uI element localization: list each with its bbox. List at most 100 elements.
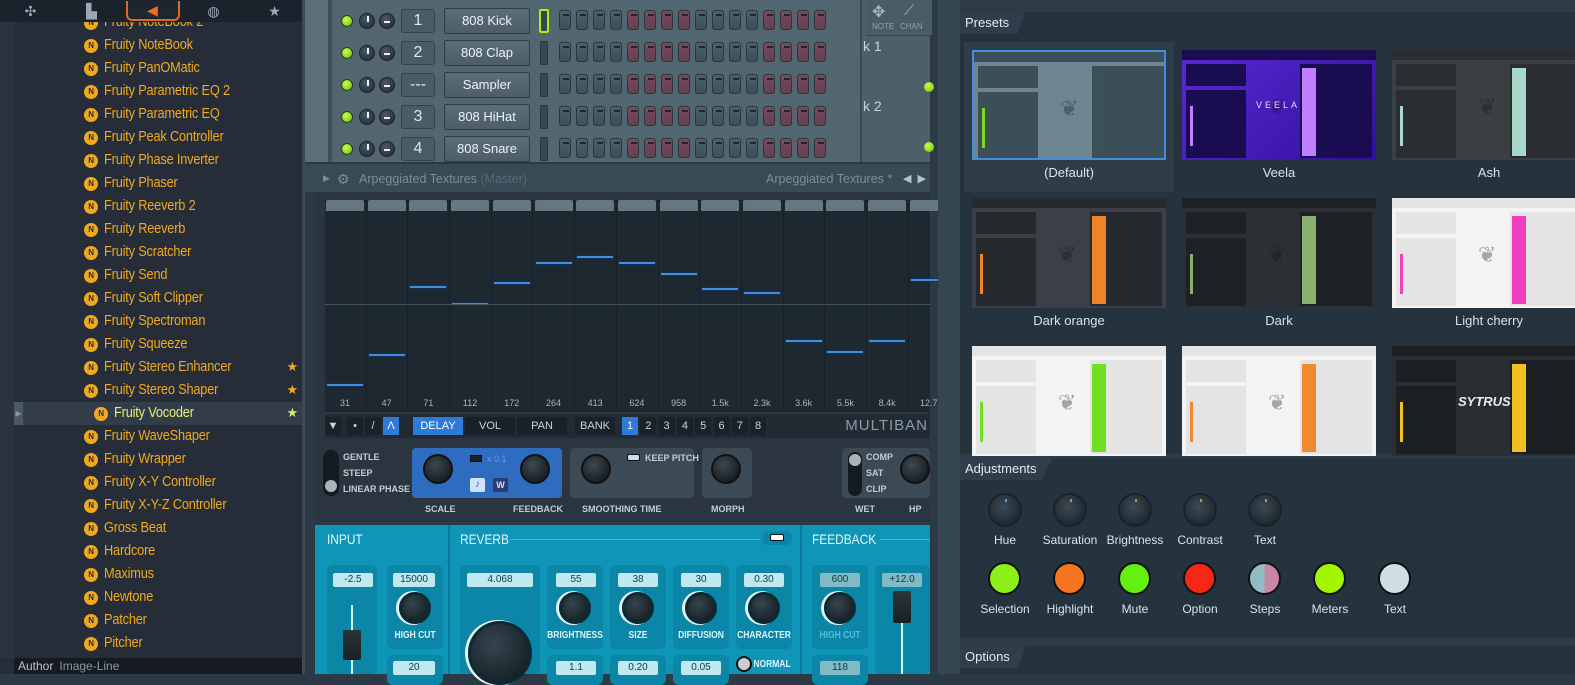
- step-button[interactable]: [695, 42, 707, 62]
- wet-mode-sat[interactable]: SAT: [866, 468, 883, 478]
- plugin-list-item[interactable]: N Fruity Scratcher: [14, 241, 302, 264]
- step-button[interactable]: [712, 106, 724, 126]
- filter-mode-gentle[interactable]: GENTLE: [343, 452, 380, 462]
- vocoder-band[interactable]: 958: [659, 200, 701, 412]
- band-cap[interactable]: [743, 200, 781, 211]
- pan-knob[interactable]: [379, 77, 395, 93]
- theme-preset[interactable]: ❦ (Default): [964, 42, 1174, 192]
- theme-preset[interactable]: ❦ Light cherry: [1384, 190, 1575, 340]
- channel-name-button[interactable]: 808 HiHat: [444, 104, 530, 130]
- step-button[interactable]: [593, 106, 605, 126]
- plugin-list-item[interactable]: N Patcher: [14, 609, 302, 632]
- band-level-bar[interactable]: [743, 290, 781, 295]
- step-button[interactable]: [559, 138, 571, 158]
- step-button[interactable]: [593, 42, 605, 62]
- band-level-bar[interactable]: [492, 281, 531, 286]
- plugin-list-item[interactable]: ▶ N Fruity Vocoder ★: [14, 402, 302, 425]
- step-button[interactable]: [763, 10, 775, 30]
- plugin-list-item[interactable]: N Fruity X-Y-Z Controller: [14, 494, 302, 517]
- tab-pan[interactable]: PAN: [517, 417, 567, 435]
- vocoder-band[interactable]: 264: [534, 200, 576, 412]
- step-button[interactable]: [746, 10, 758, 30]
- step-button[interactable]: [559, 10, 571, 30]
- expand-arrow-icon[interactable]: ▶: [14, 402, 23, 425]
- band-level-bar[interactable]: [701, 286, 740, 291]
- plugin-list-item[interactable]: N Gross Beat: [14, 517, 302, 540]
- step-button[interactable]: [644, 42, 656, 62]
- step-button[interactable]: [576, 138, 588, 158]
- channel-select-indicator[interactable]: [540, 73, 548, 97]
- bank-button[interactable]: 4: [676, 417, 693, 435]
- step-button[interactable]: [661, 42, 673, 62]
- row2-value-1[interactable]: 1.1: [556, 661, 596, 675]
- channel-name-button[interactable]: 808 Snare: [444, 136, 530, 162]
- band-cap[interactable]: [492, 200, 531, 211]
- mode-slash-button[interactable]: /: [365, 417, 381, 435]
- step-button[interactable]: [661, 10, 673, 30]
- filter-mode-steep[interactable]: STEEP: [343, 468, 373, 478]
- wet-mode-switch[interactable]: [848, 452, 862, 496]
- input-low-value[interactable]: 20: [393, 661, 435, 675]
- step-button[interactable]: [559, 42, 571, 62]
- gear-icon[interactable]: ⚙: [337, 171, 350, 188]
- band-cap[interactable]: [617, 200, 656, 211]
- x01-toggle[interactable]: [470, 455, 482, 462]
- channel-name-button[interactable]: 808 Kick: [444, 8, 530, 34]
- mixer-track-number[interactable]: 1: [401, 9, 435, 33]
- fb-highcut-value[interactable]: 600: [820, 573, 860, 587]
- w-button[interactable]: W: [493, 478, 508, 492]
- bank-button[interactable]: 6: [713, 417, 730, 435]
- band-level-bar[interactable]: [826, 349, 865, 354]
- fb-highcut-knob[interactable]: [824, 592, 856, 624]
- theme-preset[interactable]: ❦ VEELA Veela: [1174, 42, 1384, 192]
- step-button[interactable]: [695, 138, 707, 158]
- step-button[interactable]: [780, 10, 792, 30]
- plugin-list-item[interactable]: N Fruity Spectroman: [14, 310, 302, 333]
- step-button[interactable]: [797, 138, 809, 158]
- preset-name[interactable]: Arpeggiated Textures *: [766, 172, 892, 186]
- step-button[interactable]: [593, 138, 605, 158]
- step-button[interactable]: [661, 74, 673, 94]
- adjust-knob[interactable]: [1053, 493, 1087, 527]
- plugin-list-item[interactable]: N Fruity Phaser: [14, 172, 302, 195]
- step-button[interactable]: [729, 42, 741, 62]
- plugin-list-item[interactable]: N Fruity Parametric EQ 2: [14, 80, 302, 103]
- step-button[interactable]: [678, 10, 690, 30]
- adjust-knob[interactable]: [988, 493, 1022, 527]
- theme-thumbnail[interactable]: ❦: [972, 198, 1166, 308]
- color-swatch[interactable]: [1378, 562, 1411, 595]
- plugin-list-item[interactable]: N Fruity X-Y Controller: [14, 471, 302, 494]
- channel-select-indicator[interactable]: [539, 9, 549, 33]
- theme-thumbnail[interactable]: ❦: [1392, 198, 1575, 308]
- filter-mode-switch[interactable]: [323, 450, 339, 496]
- row2-value-2[interactable]: 0.20: [618, 661, 658, 675]
- theme-thumbnail[interactable]: ❦: [972, 346, 1166, 456]
- globe-icon[interactable]: ◍: [187, 1, 241, 21]
- volume-knob[interactable]: [359, 13, 375, 29]
- theme-thumbnail[interactable]: ❦: [1182, 198, 1376, 308]
- adjust-knob[interactable]: [1248, 493, 1282, 527]
- step-button[interactable]: [814, 106, 826, 126]
- theme-thumbnail[interactable]: ❦ VEELA: [1182, 50, 1376, 160]
- mute-led[interactable]: [341, 143, 353, 155]
- color-swatch[interactable]: [1118, 562, 1151, 595]
- step-button[interactable]: [678, 106, 690, 126]
- plugin-list-item[interactable]: N Fruity Soft Clipper: [14, 287, 302, 310]
- bank-button[interactable]: 1: [622, 417, 638, 435]
- step-button[interactable]: [729, 10, 741, 30]
- favorite-star-icon[interactable]: ★: [287, 359, 299, 375]
- smoothing-knob[interactable]: [581, 454, 611, 484]
- step-button[interactable]: [780, 138, 792, 158]
- pan-knob[interactable]: [379, 141, 395, 157]
- channel-select-indicator[interactable]: [540, 105, 548, 129]
- pan-knob[interactable]: [379, 13, 395, 29]
- step-button[interactable]: [576, 10, 588, 30]
- bank-button[interactable]: 7: [731, 417, 748, 435]
- band-level-bar[interactable]: [617, 260, 656, 265]
- step-button[interactable]: [644, 74, 656, 94]
- plugin-list-item[interactable]: N Maximus: [14, 563, 302, 586]
- adjust-knob[interactable]: [1118, 493, 1152, 527]
- step-button[interactable]: [627, 74, 639, 94]
- band-cap[interactable]: [659, 200, 698, 211]
- plugin-list-item[interactable]: N Fruity Stereo Shaper ★: [14, 379, 302, 402]
